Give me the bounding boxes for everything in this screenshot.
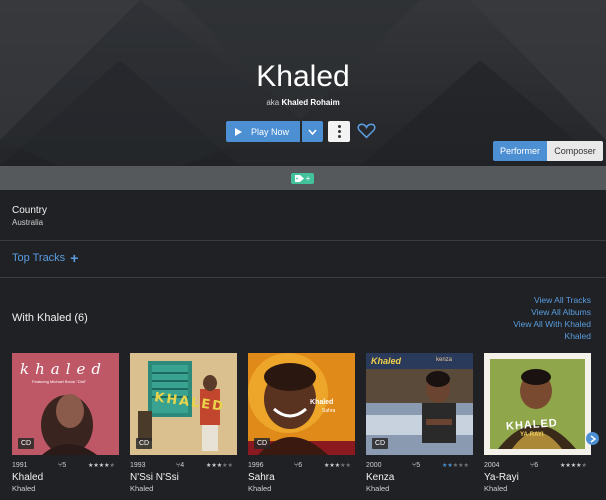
- play-now-button[interactable]: Play Now: [226, 121, 300, 142]
- with-section-title: With Khaled (6): [12, 312, 88, 324]
- album-cover-art: [484, 353, 591, 455]
- album-card[interactable]: Khaled kenza CD 2000 ⑂5 ★★★★★ Kenza Khal…: [366, 353, 473, 493]
- album-title[interactable]: Khaled: [12, 472, 119, 483]
- rating-stars: ★★★★★: [88, 462, 115, 469]
- artist-name: Khaled: [256, 60, 350, 93]
- cover-subtitle: YA-RAYI: [520, 432, 544, 438]
- add-tag-button[interactable]: +: [291, 173, 314, 184]
- rating-stars: ★★★★★: [442, 462, 469, 469]
- album-artist[interactable]: Khaled: [484, 484, 591, 493]
- album-title[interactable]: Ya-Rayi: [484, 472, 591, 483]
- album-cover[interactable]: Khaled kenza CD: [366, 353, 473, 455]
- composer-tab[interactable]: Composer: [547, 141, 603, 161]
- album-card[interactable]: Khaled Sahra CD 1996 ⑂6 ★★★★★ Sahra Khal…: [248, 353, 355, 493]
- rating-stars: ★★★★★: [324, 462, 351, 469]
- format-badge: CD: [136, 438, 153, 449]
- album-year: 1993: [130, 461, 146, 469]
- cover-title: Khaled: [310, 399, 334, 406]
- divider: [0, 277, 606, 278]
- format-badge: CD: [372, 438, 389, 449]
- album-title[interactable]: Kenza: [366, 472, 473, 483]
- album-meta: 1993 ⑂4 ★★★★★: [130, 460, 237, 470]
- top-tracks-label: Top Tracks: [12, 252, 66, 264]
- play-options-dropdown[interactable]: [302, 121, 323, 142]
- view-all-albums-link[interactable]: View All Albums: [513, 306, 591, 318]
- album-meta: 2004 ⑂6 ★★★★★: [484, 460, 591, 470]
- artist-aka: aka Khaled Rohaim: [0, 98, 606, 107]
- cover-subtitle: kenza: [436, 357, 453, 363]
- dot-icon: [337, 130, 341, 133]
- album-cover[interactable]: KHALED YA-RAYI: [484, 353, 591, 455]
- album-card[interactable]: KHALED YA-RAYI 2004 ⑂6 ★★★★★ Ya-Rayi Kha…: [484, 353, 591, 493]
- album-card[interactable]: KHALED CD 1993 ⑂4 ★★★★★ N'Ssi N'Ssi Khal…: [130, 353, 237, 493]
- album-cover[interactable]: Khaled Sahra CD: [248, 353, 355, 455]
- cover-title: Khaled: [371, 356, 402, 366]
- dot-icon: [337, 135, 341, 138]
- cover-title: khaled: [20, 360, 107, 378]
- track-count: ⑂6: [530, 461, 539, 469]
- album-meta: 1996 ⑂6 ★★★★★: [248, 460, 355, 470]
- rating-stars: ★★★★★: [206, 462, 233, 469]
- format-badge: CD: [254, 438, 271, 449]
- plus-icon: +: [70, 250, 79, 266]
- track-count: ⑂5: [58, 461, 67, 469]
- album-artist[interactable]: Khaled: [130, 484, 237, 493]
- view-all-tracks-link[interactable]: View All Tracks: [513, 294, 591, 306]
- album-artist[interactable]: Khaled: [12, 484, 119, 493]
- play-now-label: Play Now: [251, 126, 290, 137]
- album-artist[interactable]: Khaled: [248, 484, 355, 493]
- album-year: 2004: [484, 461, 500, 469]
- tag-plus: +: [305, 173, 311, 183]
- carousel-next-button[interactable]: [586, 432, 599, 445]
- play-icon: [235, 127, 242, 136]
- track-count: ⑂6: [294, 461, 303, 469]
- album-year: 2000: [366, 461, 382, 469]
- country-value: Australia: [12, 218, 44, 227]
- album-cover[interactable]: KHALED CD: [130, 353, 237, 455]
- album-card[interactable]: khaled Featuring Michael Brook "Didi" CD…: [12, 353, 119, 493]
- track-count: ⑂4: [176, 461, 185, 469]
- view-all-with-link-artist[interactable]: Khaled: [513, 330, 591, 342]
- play-button-group: Play Now: [226, 121, 323, 142]
- role-toggle: Performer Composer: [493, 141, 603, 161]
- view-all-with-link[interactable]: View All With Khaled: [513, 318, 591, 330]
- aka-name: Khaled Rohaim: [281, 98, 340, 107]
- country-label: Country: [12, 205, 48, 216]
- aka-prefix: aka: [266, 98, 280, 107]
- divider: [0, 240, 606, 241]
- more-options-button[interactable]: [328, 121, 350, 142]
- album-meta: 1991 ⑂5 ★★★★★: [12, 460, 119, 470]
- rating-stars: ★★★★★: [560, 462, 587, 469]
- cover-subtitle: Sahra: [322, 408, 336, 414]
- dot-icon: [337, 125, 341, 128]
- album-artist[interactable]: Khaled: [366, 484, 473, 493]
- tag-icon: [294, 175, 304, 182]
- chevron-right-icon: [590, 434, 596, 443]
- chevron-down-icon: [308, 128, 317, 135]
- track-count: ⑂5: [412, 461, 421, 469]
- album-title[interactable]: N'Ssi N'Ssi: [130, 472, 237, 483]
- view-links: View All Tracks View All Albums View All…: [513, 294, 591, 342]
- top-tracks-toggle[interactable]: Top Tracks +: [12, 250, 79, 266]
- cover-subtitle: Featuring Michael Brook "Didi": [32, 379, 87, 384]
- performer-tab[interactable]: Performer: [493, 141, 547, 161]
- album-year: 1996: [248, 461, 264, 469]
- album-year: 1991: [12, 461, 28, 469]
- album-title[interactable]: Sahra: [248, 472, 355, 483]
- album-cover[interactable]: khaled Featuring Michael Brook "Didi" CD: [12, 353, 119, 455]
- format-badge: CD: [18, 438, 35, 449]
- album-meta: 2000 ⑂5 ★★★★★: [366, 460, 473, 470]
- favorite-heart-icon[interactable]: [357, 122, 376, 139]
